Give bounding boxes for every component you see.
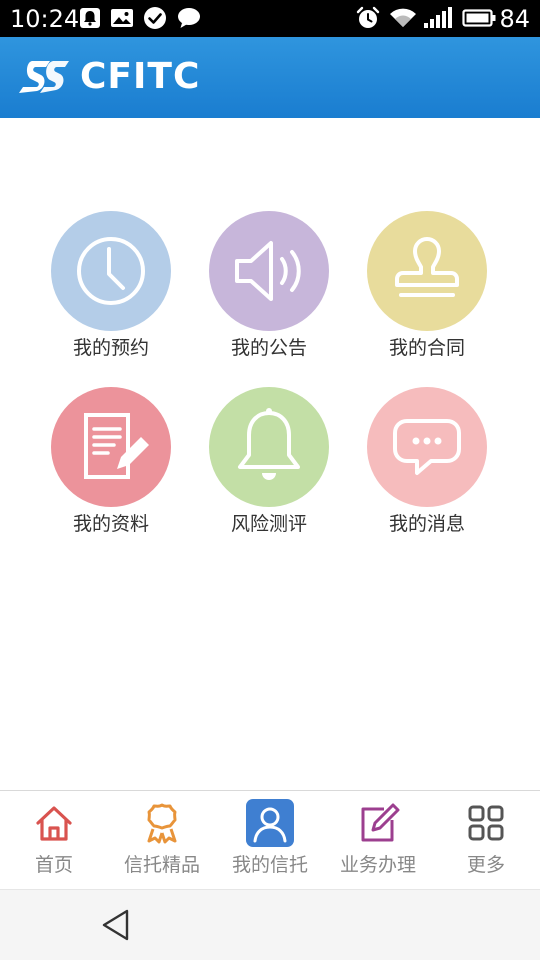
app-screen: 10:24 84 CFITC 我的预约 我的公告 我的合同 我的资料 风险测评 … xyxy=(0,0,540,960)
grid-item-risk-assessment[interactable]: 风险测评 xyxy=(190,387,348,547)
edit-icon xyxy=(361,803,400,842)
app-header: CFITC xyxy=(0,37,540,118)
stamp-icon xyxy=(395,237,459,297)
grid-label: 风险测评 xyxy=(230,513,307,535)
signal-icon xyxy=(424,7,452,28)
battery-level: 84 xyxy=(499,5,530,33)
risk-assessment-circle xyxy=(209,387,329,507)
message-bubble-icon xyxy=(393,419,461,475)
grid-label: 我的消息 xyxy=(388,513,465,535)
nav-label: 首页 xyxy=(34,854,73,876)
alarm-icon xyxy=(356,6,380,28)
clock-icon xyxy=(77,237,145,305)
grid-item-documents[interactable]: 我的资料 xyxy=(32,387,190,547)
brand-name: CFITC xyxy=(80,56,201,97)
documents-circle xyxy=(51,387,171,507)
check-icon xyxy=(144,7,166,29)
contracts-circle xyxy=(367,211,487,331)
bell-icon xyxy=(238,408,300,480)
nav-label: 信托精品 xyxy=(123,854,200,876)
home-icon xyxy=(36,806,72,841)
grid-item-appointments[interactable]: 我的预约 xyxy=(32,211,190,371)
image-icon xyxy=(111,9,133,27)
bottom-nav: 首页 信托精品 我的信托 业务办理 更多 xyxy=(0,790,540,889)
grid-item-announcements[interactable]: 我的公告 xyxy=(190,211,348,371)
nav-item-my-trusts[interactable]: 我的信托 xyxy=(216,791,324,889)
announcements-circle xyxy=(209,211,329,331)
document-edit-icon xyxy=(84,413,149,479)
notification-icon xyxy=(80,8,100,28)
grid-label: 我的合同 xyxy=(388,337,465,359)
status-time: 10:24 xyxy=(10,5,80,33)
grid-label: 我的预约 xyxy=(72,337,149,359)
cfitc-logo-icon xyxy=(19,61,69,93)
nav-item-featured-trusts[interactable]: 信托精品 xyxy=(108,791,216,889)
back-triangle-icon[interactable] xyxy=(100,908,134,942)
grid-label: 我的公告 xyxy=(230,337,307,359)
system-nav-bar xyxy=(0,889,540,960)
speaker-icon xyxy=(235,241,301,301)
status-bar: 10:24 84 xyxy=(0,0,540,37)
chat-icon xyxy=(178,8,200,28)
award-icon xyxy=(147,803,177,844)
nav-label: 业务办理 xyxy=(339,854,416,876)
grid-label: 我的资料 xyxy=(72,513,149,535)
user-icon xyxy=(246,799,294,847)
nav-item-home[interactable]: 首页 xyxy=(0,791,108,889)
nav-item-business[interactable]: 业务办理 xyxy=(324,791,432,889)
battery-icon xyxy=(462,9,496,27)
messages-circle xyxy=(367,387,487,507)
grid-item-contracts[interactable]: 我的合同 xyxy=(348,211,506,371)
nav-label: 更多 xyxy=(466,854,505,876)
nav-label: 我的信托 xyxy=(231,854,308,876)
grid-icon xyxy=(468,805,504,841)
appointments-circle xyxy=(51,211,171,331)
wifi-icon xyxy=(390,8,416,27)
nav-item-more[interactable]: 更多 xyxy=(432,791,540,889)
grid-item-messages[interactable]: 我的消息 xyxy=(348,387,506,547)
